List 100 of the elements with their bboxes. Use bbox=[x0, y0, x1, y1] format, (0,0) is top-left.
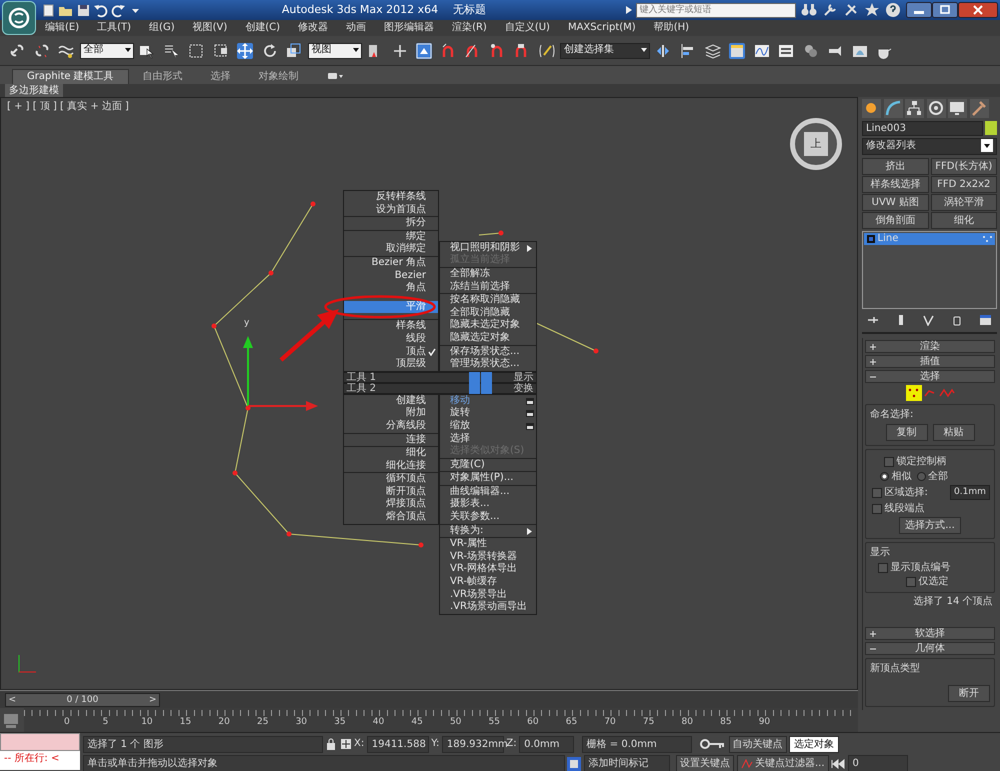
menu-item[interactable]: 细化连接 bbox=[344, 460, 438, 472]
hierarchy-icon[interactable] bbox=[905, 99, 924, 118]
copy-button[interactable]: 复制 bbox=[886, 424, 928, 440]
window-crossing-icon[interactable] bbox=[212, 42, 228, 58]
expand-arrow-icon[interactable] bbox=[625, 5, 633, 15]
menu-item[interactable]: Bezier bbox=[344, 270, 438, 282]
menu-item[interactable]: 全部取消隐藏 bbox=[440, 306, 536, 320]
menu-item[interactable]: 线段 bbox=[344, 332, 438, 346]
quad-handle[interactable] bbox=[481, 382, 492, 394]
rollout-header[interactable]: 渲染 bbox=[865, 340, 995, 352]
menu-item[interactable]: 顶层级 bbox=[344, 358, 438, 371]
menu-item[interactable]: 关联参数... bbox=[440, 511, 536, 524]
menu-item[interactable]: 附加 bbox=[344, 407, 438, 420]
menu-item[interactable]: 隐藏未选定对象 bbox=[440, 319, 536, 332]
modifier-button[interactable]: 细化 bbox=[930, 212, 997, 228]
ribbon-options-icon[interactable] bbox=[326, 71, 343, 81]
star-icon[interactable] bbox=[864, 2, 880, 18]
scale-icon[interactable] bbox=[286, 42, 302, 58]
viewport-frame-icon[interactable] bbox=[416, 42, 432, 58]
redo-icon[interactable] bbox=[110, 2, 126, 18]
schematic-view-icon[interactable] bbox=[778, 42, 794, 58]
go-to-start-icon[interactable] bbox=[831, 758, 846, 768]
menu-item[interactable]: 分离线段 bbox=[344, 420, 438, 432]
menu-item[interactable]: 样条线 bbox=[344, 320, 438, 333]
quad-handle[interactable] bbox=[469, 372, 480, 383]
checkbox[interactable] bbox=[906, 577, 916, 587]
pin-stack-icon[interactable] bbox=[867, 314, 880, 326]
menu-item[interactable]: 创建线 bbox=[344, 394, 438, 408]
utilities-icon[interactable] bbox=[970, 99, 988, 118]
modifier-button[interactable]: 倒角剖面 bbox=[862, 212, 928, 228]
time-slider-thumb[interactable]: < 0 / 100 > bbox=[5, 692, 160, 706]
menu-item[interactable]: 反转样条线 bbox=[344, 191, 438, 204]
viewcube-face[interactable]: 上 bbox=[804, 132, 828, 156]
rotate-icon[interactable] bbox=[262, 42, 278, 58]
menu-item[interactable]: 渲染(R) bbox=[443, 22, 496, 34]
menu-item[interactable]: 循环顶点 bbox=[344, 473, 438, 486]
checkbox[interactable] bbox=[884, 457, 894, 467]
rollout-header[interactable]: 几何体 bbox=[865, 642, 995, 655]
menu-item[interactable]: 编辑(E) bbox=[36, 22, 88, 34]
menu-item[interactable]: 细化 bbox=[344, 447, 438, 460]
menu-item[interactable]: 动画 bbox=[337, 22, 376, 34]
material-editor-icon[interactable] bbox=[802, 42, 818, 58]
motion-icon[interactable] bbox=[926, 99, 946, 118]
absolute-mode-icon[interactable] bbox=[340, 738, 352, 750]
wave-icon[interactable] bbox=[58, 42, 74, 58]
menu-item[interactable]: 熔合顶点 bbox=[344, 511, 438, 524]
menu-item[interactable]: 冻结当前选择 bbox=[440, 280, 536, 294]
auto-key-button[interactable]: 自动关键点 bbox=[728, 736, 787, 752]
coordinate-field[interactable]: 0.0mm bbox=[519, 736, 574, 752]
radio-button[interactable] bbox=[916, 472, 926, 481]
app-logo-icon[interactable] bbox=[2, 1, 36, 35]
modifier-button[interactable]: 样条线选择 bbox=[862, 176, 928, 192]
search-field[interactable]: 键入关键字或短语 bbox=[636, 2, 796, 18]
menu-item[interactable]: 全部解冻 bbox=[440, 268, 536, 281]
menu-item[interactable]: 帮助(H) bbox=[644, 22, 698, 34]
menu-item[interactable]: 取消绑定 bbox=[344, 243, 438, 256]
modifier-button[interactable]: FFD 2x2x2 bbox=[930, 176, 997, 192]
lock-icon[interactable] bbox=[325, 738, 337, 750]
key-mode-dropdown[interactable]: 选定对象 bbox=[789, 736, 840, 752]
close-icon[interactable] bbox=[958, 2, 998, 18]
modifier-button[interactable]: UVW 贴图 bbox=[862, 194, 928, 210]
menu-item[interactable]: 选择 bbox=[440, 432, 536, 446]
named-selection-dropdown[interactable]: 创建选择集 bbox=[560, 42, 650, 58]
selection-filter-dropdown[interactable]: 全部 bbox=[80, 42, 134, 58]
menu-item[interactable]: 组(G) bbox=[140, 22, 184, 34]
menu-item[interactable]: VR-网格体导出 bbox=[440, 563, 536, 576]
move-arrows-icon[interactable] bbox=[392, 42, 408, 58]
rollout-header[interactable]: 软选择 bbox=[865, 627, 995, 640]
rollout-header[interactable]: 选择 bbox=[865, 370, 995, 382]
undo-icon[interactable] bbox=[93, 2, 108, 18]
rollout-header[interactable]: 插值 bbox=[865, 354, 995, 368]
menu-item[interactable]: 绑定 bbox=[344, 230, 438, 244]
radio-button[interactable] bbox=[880, 472, 889, 481]
maximize-icon[interactable] bbox=[932, 2, 958, 18]
viewcube[interactable]: 上 bbox=[790, 118, 842, 170]
key-icon[interactable] bbox=[700, 737, 726, 751]
move-icon[interactable] bbox=[237, 42, 253, 58]
new-file-icon[interactable] bbox=[40, 2, 56, 18]
checkbox[interactable] bbox=[872, 488, 882, 498]
align-icon[interactable] bbox=[680, 42, 696, 58]
menu-item[interactable]: 连接 bbox=[344, 434, 438, 446]
menu-item[interactable]: VR-场景转换器 bbox=[440, 550, 536, 564]
modifier-button[interactable]: 涡轮平滑 bbox=[930, 194, 997, 210]
graphite-panel-icon[interactable] bbox=[729, 42, 745, 58]
select-by-name-icon[interactable] bbox=[164, 42, 180, 58]
previous-frame-button[interactable]: < bbox=[6, 694, 19, 706]
modify-icon[interactable] bbox=[884, 99, 902, 118]
rectangle-selection-icon[interactable] bbox=[188, 42, 204, 58]
menu-item[interactable]: 拆分 bbox=[344, 217, 438, 230]
menu-item[interactable]: 旋转 bbox=[440, 407, 536, 420]
listener-field[interactable]: -- 所在行: < bbox=[0, 751, 80, 770]
menu-item[interactable]: 对象属性(P)... bbox=[440, 472, 536, 485]
edit-named-selection-icon[interactable] bbox=[538, 42, 554, 58]
coordinate-field[interactable]: 19411.588 bbox=[366, 736, 429, 752]
key-filters-button[interactable]: 关键点过滤器... bbox=[736, 755, 829, 771]
ribbon-tab[interactable]: 对象绘制 bbox=[244, 70, 313, 84]
menu-item[interactable]: 图形编辑器 bbox=[375, 22, 444, 34]
menu-item[interactable]: 按名称取消隐藏 bbox=[440, 294, 536, 307]
menu-item[interactable]: 管理场景状态... bbox=[440, 358, 536, 371]
ribbon-tab[interactable]: 选择 bbox=[196, 70, 245, 84]
